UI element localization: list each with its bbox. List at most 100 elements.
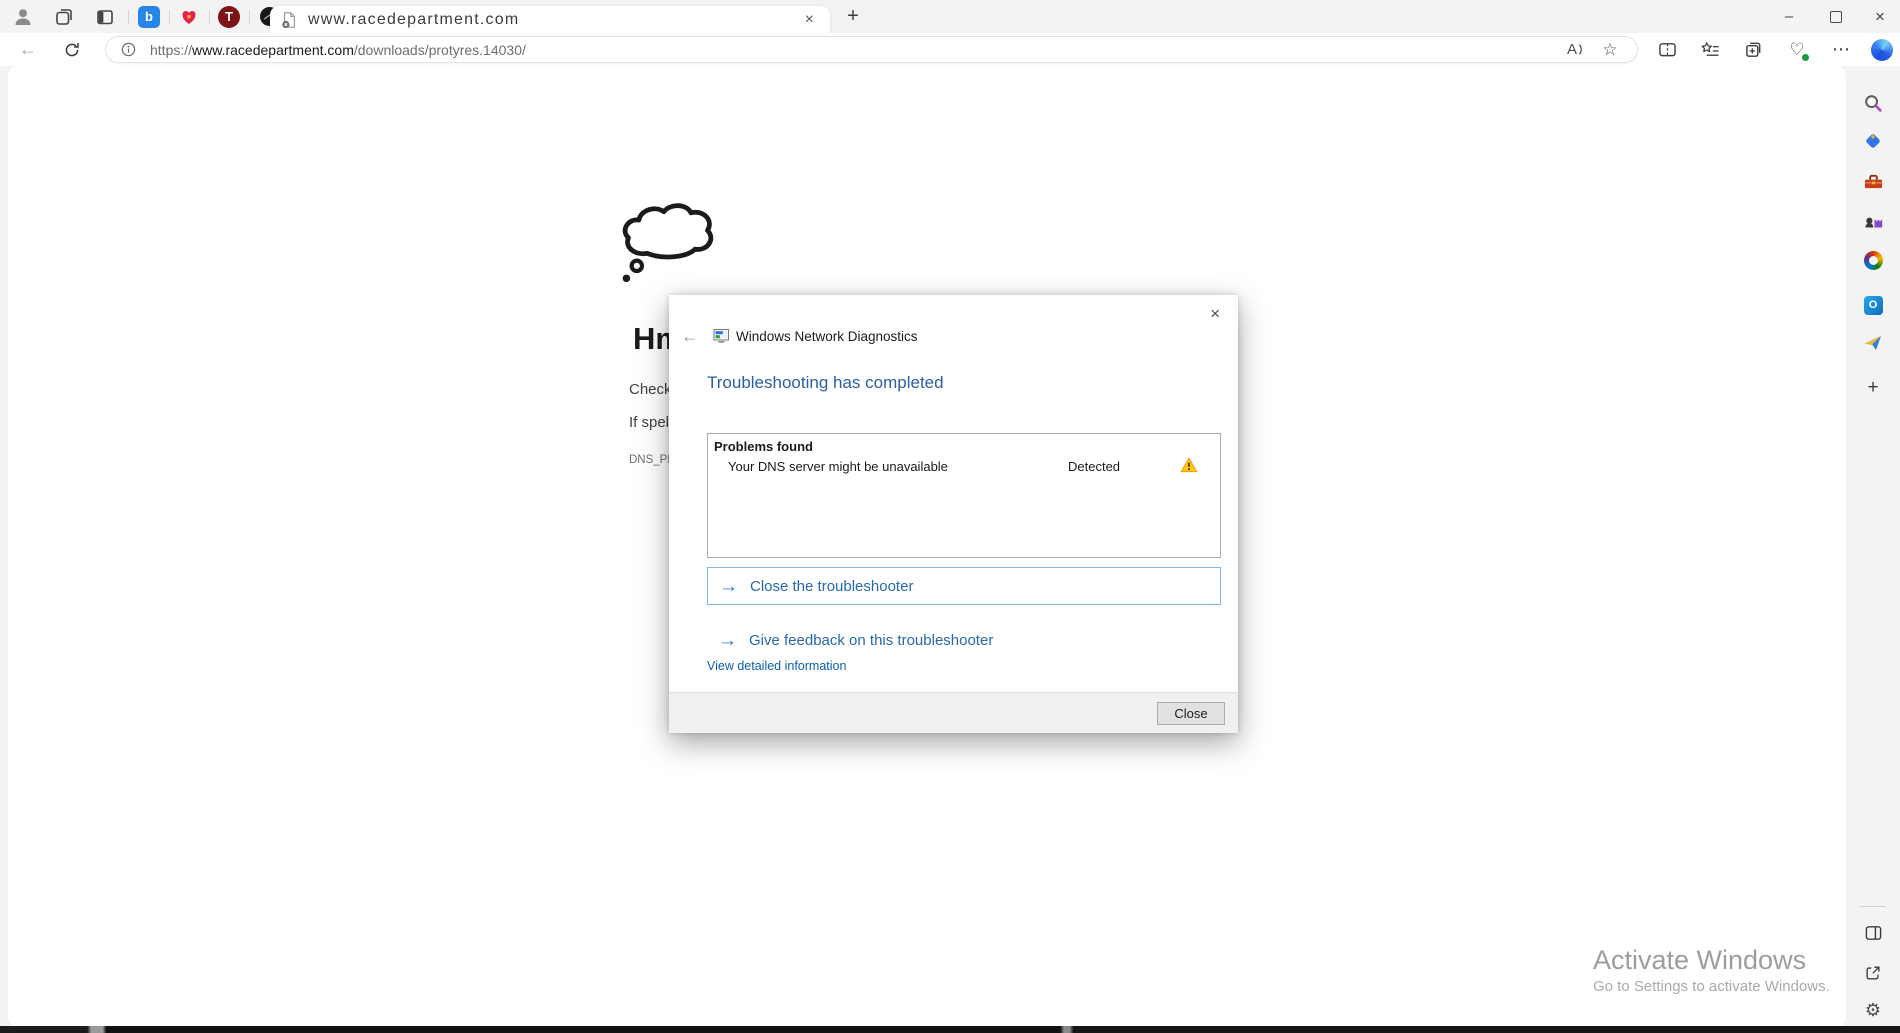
network-diagnostics-dialog: × ← Windows Network Diagnostics Troubles…	[669, 295, 1238, 733]
essentials-status-dot	[1802, 54, 1809, 61]
t-badge-icon: T	[218, 6, 240, 28]
edge-sidebar: O + ⚙	[1846, 66, 1900, 1027]
search-icon	[1863, 93, 1883, 113]
paper-plane-icon	[1863, 333, 1883, 353]
site-info-button[interactable]	[116, 37, 140, 63]
profile-avatar[interactable]	[6, 0, 40, 33]
settings-more-button[interactable]: ⋯	[1823, 33, 1859, 66]
watermark-line-2: Go to Settings to activate Windows.	[1593, 976, 1830, 998]
active-tab[interactable]: www.racedepartment.com ×	[270, 6, 830, 33]
vertical-tabs-button[interactable]	[88, 0, 122, 33]
sidebar-panel-icon	[1864, 924, 1883, 942]
problem-status: Detected	[1068, 459, 1120, 474]
arrow-right-icon: →	[718, 631, 737, 650]
sidebar-add-button[interactable]: +	[1856, 373, 1890, 403]
active-tab-title: www.racedepartment.com	[308, 11, 799, 29]
split-screen-button[interactable]	[1649, 33, 1685, 66]
problems-found-panel: Problems found Your DNS server might be …	[707, 433, 1221, 558]
external-link-icon	[1864, 964, 1882, 982]
problem-name: Your DNS server might be unavailable	[728, 459, 948, 474]
dialog-title: Windows Network Diagnostics	[736, 329, 918, 344]
dialog-close-icon[interactable]: ×	[1206, 303, 1224, 324]
page-error-favicon	[280, 11, 298, 29]
taskbar-sliver[interactable]	[0, 1026, 1900, 1033]
network-diagnostics-app-icon	[713, 328, 730, 344]
workspaces-button[interactable]	[47, 0, 81, 33]
sidebar-open-external-button[interactable]	[1856, 958, 1890, 988]
close-troubleshooter-action[interactable]: → Close the troubleshooter	[707, 567, 1221, 605]
pinned-tab-bing[interactable]: b	[131, 0, 167, 33]
dialog-back-button[interactable]: ←	[681, 327, 705, 345]
url-path: /downloads/protyres.14030/	[354, 42, 526, 58]
microsoft-365-icon	[1864, 251, 1883, 270]
tab-close-button[interactable]: ×	[799, 11, 820, 29]
sidebar-outlook-button[interactable]: O	[1856, 290, 1890, 320]
divider	[169, 10, 170, 24]
browser-essentials-button[interactable]: ♡	[1779, 33, 1815, 66]
sidebar-shopping-button[interactable]	[1856, 126, 1890, 156]
sidebar-m365-button[interactable]	[1856, 245, 1890, 275]
sidebar-divider	[1860, 906, 1886, 907]
sidebar-settings-button[interactable]: ⚙	[1856, 995, 1890, 1025]
sidebar-drop-button[interactable]	[1856, 328, 1890, 358]
give-feedback-action[interactable]: → Give feedback on this troubleshooter	[707, 625, 1221, 655]
problems-found-header: Problems found	[708, 434, 1220, 456]
refresh-icon	[63, 41, 81, 59]
favorites-list-icon	[1701, 41, 1720, 59]
sidebar-search-button[interactable]	[1856, 88, 1890, 118]
thought-bubble-illustration	[616, 202, 720, 286]
sidebar-games-button[interactable]	[1856, 204, 1890, 234]
view-detailed-information-link[interactable]: View detailed information	[707, 659, 846, 673]
error-page-line-2: If spel	[629, 414, 669, 431]
read-aloud-button[interactable]: A	[1559, 37, 1593, 63]
address-bar[interactable]: https://www.racedepartment.com/downloads…	[105, 36, 1638, 63]
split-screen-icon	[1658, 41, 1677, 58]
url-text: https://www.racedepartment.com/downloads…	[150, 42, 526, 58]
url-scheme: https://	[150, 42, 192, 58]
collections-icon	[1744, 40, 1763, 59]
profile-icon	[11, 5, 35, 29]
favorite-star-button[interactable]: ☆	[1593, 37, 1627, 63]
info-icon	[120, 41, 137, 58]
navigation-toolbar: ← https://www.racedepartment.com/downloa…	[0, 33, 1900, 66]
refresh-button[interactable]	[54, 33, 90, 66]
activate-windows-watermark: Activate Windows Go to Settings to activ…	[1593, 944, 1830, 998]
new-tab-button[interactable]: +	[833, 0, 873, 33]
tab-strip: b T www.racedepartment.com × + – ×	[0, 0, 1900, 33]
dialog-footer: Close	[669, 692, 1238, 733]
sidebar-toggle-button[interactable]	[1856, 918, 1890, 948]
give-feedback-label: Give feedback on this troubleshooter	[749, 632, 993, 649]
shopping-tag-icon	[1863, 131, 1883, 151]
dialog-heading: Troubleshooting has completed	[707, 373, 944, 393]
back-button[interactable]: ←	[10, 33, 46, 66]
divider	[209, 10, 210, 24]
window-minimize-button[interactable]: –	[1766, 0, 1812, 33]
vertical-tabs-icon	[95, 7, 115, 27]
close-troubleshooter-label: Close the troubleshooter	[750, 578, 913, 595]
bing-icon: b	[138, 6, 160, 28]
pinned-tab-t-site[interactable]: T	[211, 0, 247, 33]
favorites-button[interactable]	[1692, 33, 1728, 66]
watermark-line-1: Activate Windows	[1593, 944, 1830, 976]
divider	[249, 10, 250, 24]
flame-heart-icon	[179, 7, 199, 27]
url-host: www.racedepartment.com	[192, 42, 354, 58]
workspaces-icon	[54, 7, 74, 27]
copilot-icon	[1871, 39, 1893, 61]
copilot-button[interactable]	[1864, 33, 1900, 66]
window-close-button[interactable]: ×	[1860, 0, 1900, 33]
outlook-icon: O	[1864, 296, 1883, 315]
collections-button[interactable]	[1735, 33, 1771, 66]
divider	[128, 10, 129, 24]
maximize-icon	[1830, 11, 1842, 23]
error-page-line-1: Check	[629, 381, 672, 398]
toolbox-icon	[1863, 172, 1884, 191]
dialog-header: ← Windows Network Diagnostics	[681, 327, 918, 345]
warning-icon	[1180, 457, 1198, 473]
read-aloud-wave-icon	[1578, 43, 1585, 56]
pinned-tab-heat[interactable]	[171, 0, 207, 33]
close-button[interactable]: Close	[1157, 702, 1225, 725]
games-chess-icon	[1863, 210, 1883, 229]
window-maximize-button[interactable]	[1813, 0, 1859, 33]
sidebar-tools-button[interactable]	[1856, 166, 1890, 196]
